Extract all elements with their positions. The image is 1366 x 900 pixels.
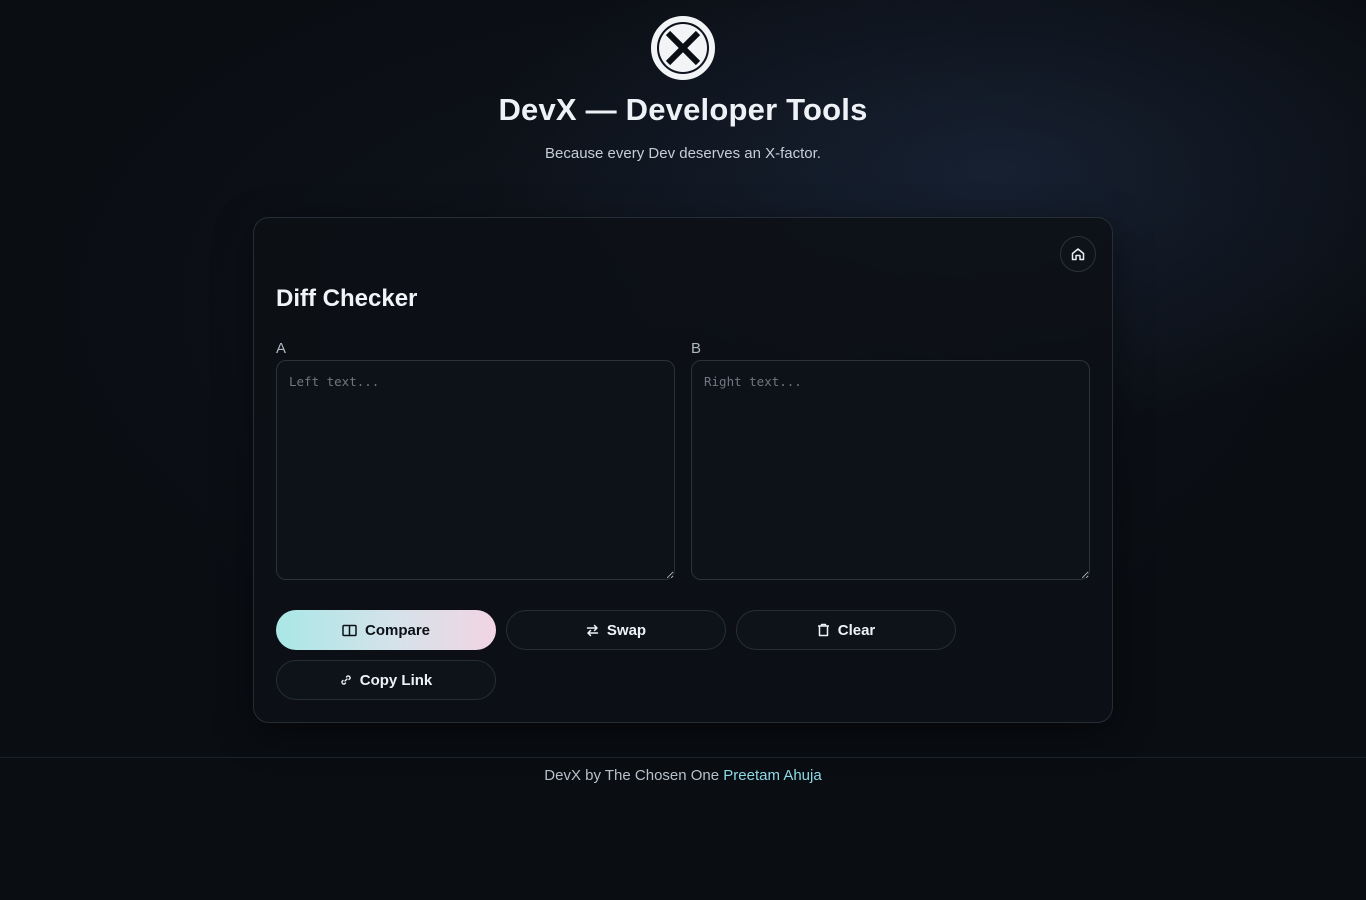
footer: DevX by The Chosen One Preetam Ahuja bbox=[0, 767, 1366, 784]
compare-button[interactable]: Compare bbox=[276, 610, 496, 650]
swap-button[interactable]: Swap bbox=[506, 610, 726, 650]
trash-icon bbox=[817, 623, 829, 637]
clear-button-label: Clear bbox=[837, 621, 876, 639]
author-link[interactable]: Preetam Ahuja bbox=[723, 767, 821, 784]
tool-title: Diff Checker bbox=[276, 285, 418, 312]
footer-divider bbox=[0, 757, 1366, 758]
home-button[interactable] bbox=[1060, 236, 1096, 272]
compare-button-label: Compare bbox=[364, 621, 431, 639]
pane-b-label: B bbox=[691, 340, 702, 357]
right-text-input[interactable] bbox=[691, 360, 1090, 580]
clear-button[interactable]: Clear bbox=[736, 610, 956, 650]
left-text-input[interactable] bbox=[276, 360, 675, 580]
columns-icon bbox=[342, 624, 357, 636]
copy-link-button[interactable]: Copy Link bbox=[276, 660, 496, 700]
home-icon bbox=[1071, 248, 1085, 261]
swap-button-label: Swap bbox=[606, 621, 647, 639]
swap-arrows-icon bbox=[586, 624, 599, 636]
tool-card: Diff Checker A B Compare Swap Clear C bbox=[253, 217, 1113, 723]
site-tagline: Because every Dev deserves an X-factor. bbox=[545, 145, 821, 162]
link-icon bbox=[341, 675, 351, 685]
pane-a-label: A bbox=[276, 340, 287, 357]
x-circle-logo-icon bbox=[651, 16, 715, 80]
footer-text: DevX by The Chosen One bbox=[544, 767, 720, 784]
copy-link-button-label: Copy Link bbox=[359, 671, 433, 689]
site-title: DevX — Developer Tools bbox=[498, 92, 868, 127]
